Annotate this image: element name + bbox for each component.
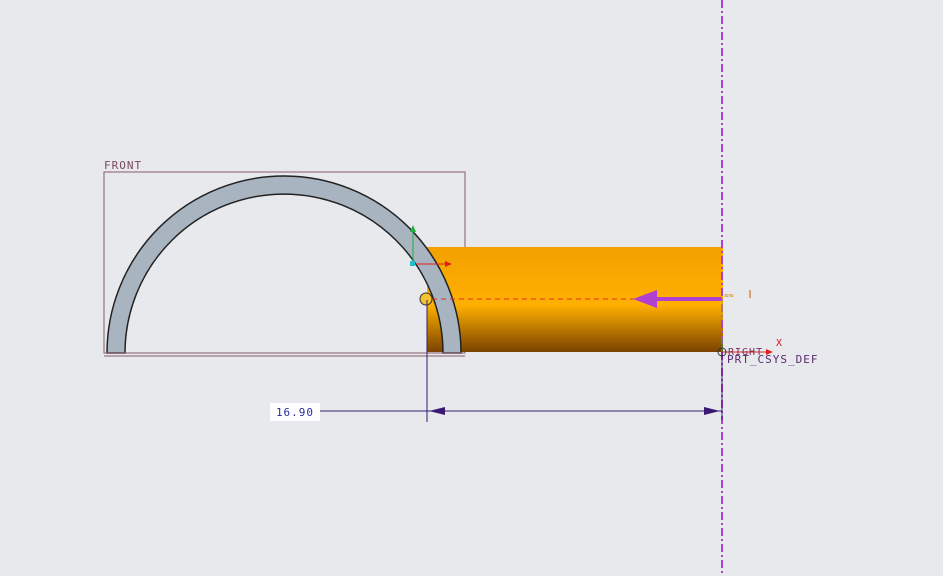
front-plane-label: FRONT — [104, 159, 143, 172]
dimension-line — [320, 407, 722, 415]
drag-handle-icon[interactable] — [419, 292, 433, 306]
half-ring-section[interactable] — [106, 175, 462, 354]
depth-dimension-value[interactable]: 16.90 — [270, 403, 320, 421]
end-marker-icon: ≈≈ — [721, 290, 751, 318]
graphics-viewport[interactable]: ≈≈ FRONT RIGHT PRT_CSYS_DEF X 16.90 — [0, 0, 943, 576]
csys-x-axis-label: X — [776, 338, 783, 349]
csys-label: PRT_CSYS_DEF — [727, 353, 819, 366]
svg-text:≈≈: ≈≈ — [724, 291, 734, 300]
model-canvas: ≈≈ — [103, 0, 773, 576]
